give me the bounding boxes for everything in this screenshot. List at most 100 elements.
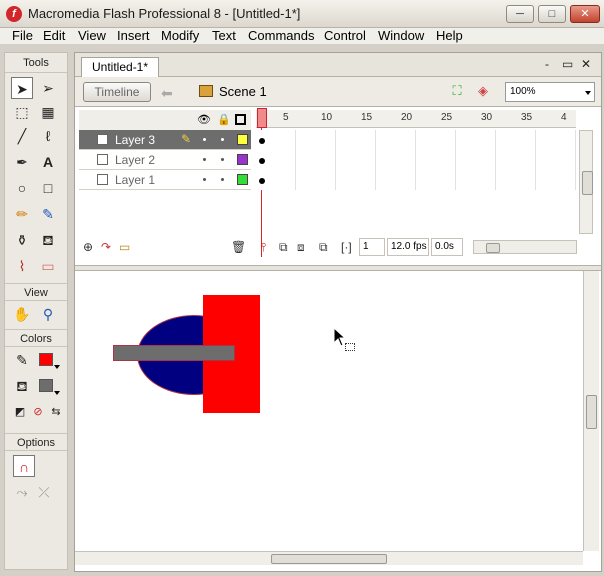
onion-skin-outlines-icon[interactable]: ⧈: [297, 240, 305, 255]
menu-window[interactable]: Window: [378, 28, 424, 44]
menu-edit[interactable]: Edit: [43, 28, 65, 44]
menu-commands[interactable]: Commands: [248, 28, 314, 44]
flash-app-icon: f: [6, 6, 22, 22]
back-arrow-icon[interactable]: ⬅: [161, 85, 173, 102]
keyframe[interactable]: [259, 178, 265, 184]
lock-dot[interactable]: [221, 138, 224, 141]
eyedropper-tool-icon[interactable]: ⌇: [11, 255, 33, 277]
onion-skin-icon[interactable]: ⧉: [279, 240, 288, 255]
layer-icon: [97, 154, 108, 165]
delete-layer-icon[interactable]: 🗑: [231, 240, 246, 254]
minimize-button[interactable]: ─: [506, 5, 534, 23]
straighten-icon[interactable]: ⤫: [33, 481, 55, 503]
zoom-select[interactable]: 100%: [505, 82, 595, 102]
visibility-dot[interactable]: [203, 178, 206, 181]
layer-row-3[interactable]: Layer 3 ✎: [79, 130, 251, 150]
visibility-dot[interactable]: [203, 138, 206, 141]
layer-row-1[interactable]: Layer 1: [79, 170, 251, 190]
eraser-tool-icon[interactable]: ▭: [37, 255, 59, 277]
stroke-color-dropdown-icon[interactable]: [54, 365, 60, 369]
stage[interactable]: [75, 271, 583, 551]
menu-modify[interactable]: Modify: [161, 28, 199, 44]
lock-icon[interactable]: 🔒: [217, 113, 231, 126]
swap-colors-icon[interactable]: ⇆: [45, 401, 67, 423]
free-transform-tool-icon[interactable]: ⬚: [11, 101, 33, 123]
layer-row-2[interactable]: Layer 2: [79, 150, 251, 170]
close-button[interactable]: ✕: [570, 5, 600, 23]
doc-close-button[interactable]: ✕: [581, 57, 591, 71]
fill-color-swatch[interactable]: [39, 379, 53, 392]
menu-insert[interactable]: Insert: [117, 28, 150, 44]
layer-name: Layer 1: [115, 173, 156, 187]
document-tab-bar: Untitled-1* - ▭ ✕: [75, 53, 601, 77]
timeline-toggle-button[interactable]: Timeline: [83, 82, 151, 102]
timeline-scroll-thumb[interactable]: [582, 171, 593, 195]
selection-tool-icon[interactable]: ➤: [11, 77, 33, 99]
zoom-dropdown-icon[interactable]: [585, 91, 591, 95]
ink-bottle-tool-icon[interactable]: ⚱: [11, 229, 33, 251]
document-tab[interactable]: Untitled-1*: [81, 57, 160, 77]
add-motion-guide-icon[interactable]: ↷: [101, 240, 111, 254]
timeline-vertical-scrollbar[interactable]: [579, 130, 593, 234]
timeline-horizontal-scrollbar[interactable]: [473, 240, 577, 254]
doc-restore-button[interactable]: ▭: [562, 57, 573, 71]
frame-number: 20: [401, 112, 413, 123]
snap-to-objects-icon[interactable]: ∩: [13, 455, 35, 477]
fill-color-dropdown-icon[interactable]: [54, 391, 60, 395]
outline-icon[interactable]: [235, 114, 246, 125]
playhead[interactable]: [257, 108, 267, 128]
subselection-tool-icon[interactable]: ➢: [37, 77, 59, 99]
edit-multiple-frames-icon[interactable]: ⧉: [319, 240, 328, 255]
smooth-icon[interactable]: ⤳: [11, 481, 33, 503]
line-tool-icon[interactable]: ╱: [11, 125, 33, 147]
rectangle-tool-icon[interactable]: □: [37, 177, 59, 199]
menu-view[interactable]: View: [78, 28, 106, 44]
layer-color-box[interactable]: [237, 174, 248, 185]
menu-control[interactable]: Control: [324, 28, 366, 44]
insert-layer-icon[interactable]: ⊕: [83, 240, 93, 254]
frame-ruler[interactable]: 1 5 10 15 20 25 30 35 4: [256, 110, 576, 128]
stage-vscroll-thumb[interactable]: [586, 395, 597, 429]
stage-horizontal-scrollbar[interactable]: [75, 551, 583, 565]
visibility-dot[interactable]: [203, 158, 206, 161]
paint-bucket-tool-icon[interactable]: ⛾: [37, 229, 59, 251]
stroke-color-swatch[interactable]: [39, 353, 53, 366]
brush-tool-icon[interactable]: ✎: [37, 203, 59, 225]
layer-icon: [97, 134, 108, 145]
scene-label[interactable]: Scene 1: [219, 84, 267, 99]
stage-vertical-scrollbar[interactable]: [583, 271, 599, 551]
insert-folder-icon[interactable]: ▭: [119, 240, 130, 254]
center-frame-icon[interactable]: ⫯: [261, 240, 266, 255]
show-hide-icon[interactable]: 👁: [197, 113, 211, 126]
menu-text[interactable]: Text: [212, 28, 236, 44]
keyframe[interactable]: [259, 158, 265, 164]
frame-rate-field[interactable]: 12.0 fps: [387, 238, 429, 256]
doc-minimize-button[interactable]: -: [545, 57, 549, 71]
menu-help[interactable]: Help: [436, 28, 463, 44]
oval-tool-icon[interactable]: ○: [11, 177, 33, 199]
gradient-transform-tool-icon[interactable]: ▦: [37, 101, 59, 123]
modify-onion-markers-icon[interactable]: [·]: [341, 240, 352, 254]
edit-symbols-icon[interactable]: ◈: [473, 83, 493, 101]
text-tool-icon[interactable]: A: [37, 151, 59, 173]
pen-tool-icon[interactable]: ✒: [11, 151, 33, 173]
lock-dot[interactable]: [221, 178, 224, 181]
zoom-tool-icon[interactable]: ⚲: [37, 303, 59, 325]
frame-number: 35: [521, 112, 533, 123]
hand-tool-icon[interactable]: ✋: [11, 303, 33, 325]
keyframe[interactable]: [259, 138, 265, 144]
timeline-hscroll-thumb[interactable]: [486, 243, 500, 253]
gray-bar-shape[interactable]: [113, 345, 235, 361]
edit-scene-icon[interactable]: ⛶: [447, 83, 467, 101]
colors-header: Colors: [5, 329, 67, 347]
layer-color-box[interactable]: [237, 154, 248, 165]
stage-hscroll-thumb[interactable]: [271, 554, 387, 564]
lock-dot[interactable]: [221, 158, 224, 161]
frames-grid[interactable]: [256, 130, 576, 190]
lasso-tool-icon[interactable]: ℓ: [37, 125, 59, 147]
layer-color-box[interactable]: [237, 134, 248, 145]
maximize-button[interactable]: □: [538, 5, 566, 23]
window-title: Macromedia Flash Professional 8 - [Untit…: [28, 6, 301, 21]
menu-file[interactable]: File: [12, 28, 33, 44]
pencil-tool-icon[interactable]: ✏: [11, 203, 33, 225]
